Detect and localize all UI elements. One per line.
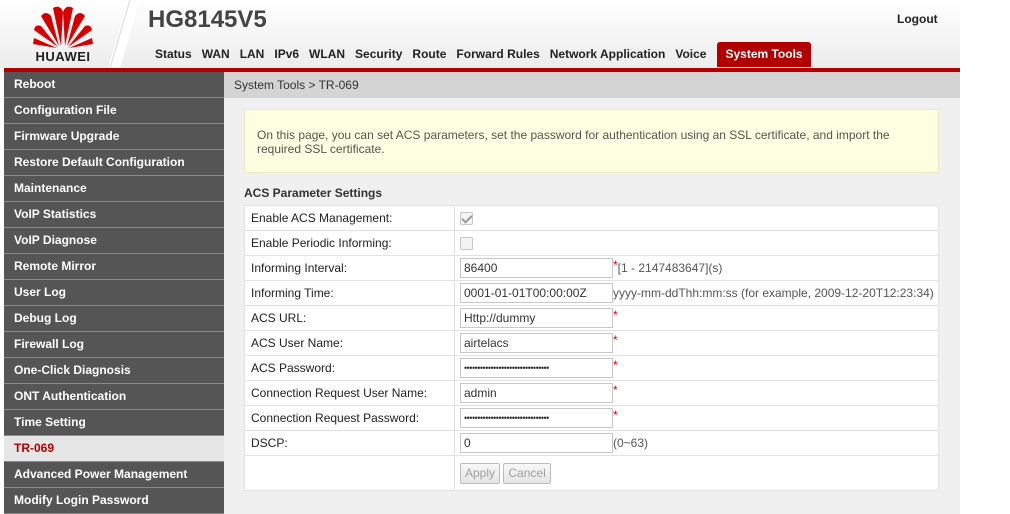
sidebar-item-user-log[interactable]: User Log [4,280,224,306]
acs-settings-form: Enable ACS Management: Enable Periodic I… [244,205,939,491]
dscp-input[interactable]: 0 [460,433,613,453]
nav-tab-forward-rules[interactable]: Forward Rules [451,44,544,66]
header-divider [108,0,140,68]
sidebar-item-debug-log[interactable]: Debug Log [4,306,224,332]
acs-password-input[interactable]: •••••••••••••••••••••••••••••••• [460,358,613,378]
sidebar-item-firewall-log[interactable]: Firewall Log [4,332,224,358]
required-mark: * [613,358,618,372]
sidebar-item-restore-default-configuration[interactable]: Restore Default Configuration [4,150,224,176]
required-mark: * [613,333,618,347]
sidebar-item-modify-login-password[interactable]: Modify Login Password [4,488,224,514]
informing-time-input[interactable]: 0001-01-01T00:00:00Z [460,283,613,303]
sidebar-item-ont-authentication[interactable]: ONT Authentication [4,384,224,410]
time-format-hint: yyyy-mm-ddThh:mm:ss (for example, 2009-1… [613,286,934,300]
device-model: HG8145V5 [148,6,267,33]
enable-acs-checkbox[interactable] [460,212,473,226]
connection-password-input[interactable]: •••••••••••••••••••••••••••••••• [460,408,613,428]
dscp-range-hint: (0~63) [613,436,649,450]
sidebar-item-time-setting[interactable]: Time Setting [4,410,224,436]
sidebar-item-reboot[interactable]: Reboot [4,72,224,98]
sidebar-item-remote-mirror[interactable]: Remote Mirror [4,254,224,280]
form-row: ACS URL: Http://dummy * [244,305,939,331]
nav-tab-lan[interactable]: LAN [235,44,270,66]
top-navigation: Status WAN LAN IPv6 WLAN Security Route Forward… [150,42,811,68]
nav-tab-route[interactable]: Route [407,44,451,66]
required-mark: * [613,308,618,322]
form-row: Connection Request Password: •••••••••••… [244,405,939,431]
form-row: Enable Periodic Informing: [244,230,939,256]
connection-username-label: Connection Request User Name: [244,380,455,406]
acs-username-input[interactable]: airtelacs [460,333,613,353]
connection-password-label: Connection Request Password: [244,405,455,431]
breadcrumb: System Tools > TR-069 [224,72,960,98]
required-mark: * [613,408,618,422]
periodic-informing-checkbox[interactable] [460,237,473,251]
sidebar-item-one-click-diagnosis[interactable]: One-Click Diagnosis [4,358,224,384]
sidebar-item-voip-diagnose[interactable]: VoIP Diagnose [4,228,224,254]
form-row: Connection Request User Name: admin * [244,380,939,406]
main-content: System Tools > TR-069 On this page, you … [224,72,960,514]
acs-url-label: ACS URL: [244,305,455,331]
connection-username-input[interactable]: admin [460,383,613,403]
button-row: Apply Cancel [244,455,939,491]
informing-time-label: Informing Time: [244,280,455,306]
sidebar-item-advanced-power-management[interactable]: Advanced Power Management [4,462,224,488]
acs-username-label: ACS User Name: [244,330,455,356]
brand-name: HUAWEI [35,49,91,64]
cancel-button[interactable]: Cancel [503,462,551,484]
huawei-petal-icon [33,6,93,48]
sidebar-menu: Reboot Configuration File Firmware Upgrade… [4,72,224,514]
sidebar-item-configuration-file[interactable]: Configuration File [4,98,224,124]
enable-acs-label: Enable ACS Management: [244,205,455,231]
nav-tab-status[interactable]: Status [150,44,197,66]
periodic-informing-label: Enable Periodic Informing: [244,230,455,256]
interval-range-hint: [1 - 2147483647](s) [617,261,723,275]
acs-url-input[interactable]: Http://dummy [460,308,613,328]
form-row: DSCP: 0 (0~63) [244,430,939,456]
nav-tab-network-application[interactable]: Network Application [545,44,671,66]
nav-tab-ipv6[interactable]: IPv6 [269,44,304,66]
required-mark: * [613,383,618,397]
apply-button[interactable]: Apply [460,462,501,484]
nav-tab-wlan[interactable]: WLAN [304,44,350,66]
page-description: On this page, you can set ACS parameters… [244,109,939,173]
sidebar-item-voip-statistics[interactable]: VoIP Statistics [4,202,224,228]
sidebar-item-firmware-upgrade[interactable]: Firmware Upgrade [4,124,224,150]
nav-tab-security[interactable]: Security [350,44,407,66]
form-row: ACS User Name: airtelacs * [244,330,939,356]
nav-tab-voice[interactable]: Voice [670,44,711,66]
nav-tab-wan[interactable]: WAN [197,44,235,66]
informing-interval-input[interactable]: 86400 [460,258,613,278]
form-row: Informing Time: 0001-01-01T00:00:00Z yyyy… [244,280,939,306]
sidebar-item-maintenance[interactable]: Maintenance [4,176,224,202]
nav-tab-system-tools[interactable]: System Tools [717,42,811,67]
page-header: HUAWEI HG8145V5 Logout Status WAN LAN IPv6 W… [0,0,960,68]
form-row: Enable ACS Management: [244,205,939,231]
dscp-label: DSCP: [244,430,455,456]
informing-interval-label: Informing Interval: [244,255,455,281]
form-row: Informing Interval: 86400 *[1 - 214748364… [244,255,939,281]
huawei-logo: HUAWEI [8,2,122,66]
logout-link[interactable]: Logout [897,12,938,26]
section-title: ACS Parameter Settings [244,186,383,200]
sidebar-item-tr-069[interactable]: TR-069 [4,436,224,462]
form-row: ACS Password: ••••••••••••••••••••••••••… [244,355,939,381]
acs-password-label: ACS Password: [244,355,455,381]
